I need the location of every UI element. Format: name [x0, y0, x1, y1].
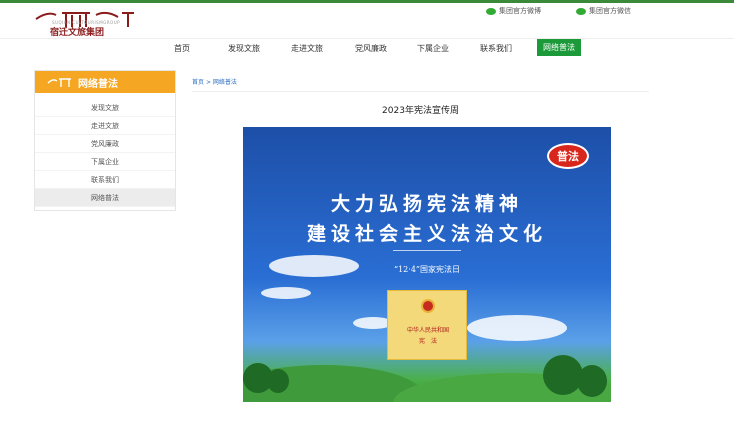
sidebar-item-integrity[interactable]: 党风廉政 — [35, 135, 175, 153]
wechat-link[interactable]: 集团官方微信 — [576, 6, 631, 16]
breadcrumb: 首页 > 网络普法 — [192, 77, 237, 86]
poster-divider — [393, 250, 461, 251]
book-subtitle: 宪 法 — [418, 338, 437, 345]
nav-item-integrity[interactable]: 党风廉政 — [355, 43, 387, 54]
sidebar-item-contact[interactable]: 联系我们 — [35, 171, 175, 189]
sidebar-logo-icon — [47, 78, 71, 87]
sidebar-header: 网络普法 — [35, 71, 175, 93]
wechat-label: 集团官方微信 — [589, 7, 631, 15]
nav-item-home[interactable]: 首页 — [174, 43, 190, 54]
poster-badge: 普法 — [547, 143, 589, 169]
cloud — [261, 287, 311, 299]
poster-headline-1: 大力弘扬宪法精神 — [330, 193, 523, 215]
weibo-label: 集团官方微博 — [499, 7, 541, 15]
article-poster-image: 普法 大力弘扬宪法精神 建设社会主义法治文化 “12·4”国家宪法日 中华人民共… — [243, 127, 611, 402]
constitution-book: 中华人民共和国 宪 法 — [387, 290, 467, 360]
nav-item-discover[interactable]: 发现文旅 — [228, 43, 260, 54]
logo-name: 宿迁文旅集团 — [50, 28, 105, 38]
nav-item-subsidiaries[interactable]: 下属企业 — [417, 43, 449, 54]
breadcrumb-home[interactable]: 首页 — [192, 79, 204, 86]
sidebar-item-law[interactable]: 网络普法 — [35, 189, 175, 207]
divider — [192, 91, 649, 92]
breadcrumb-separator: > — [205, 79, 211, 86]
nav-item-contact[interactable]: 联系我们 — [480, 43, 512, 54]
breadcrumb-current[interactable]: 网络普法 — [213, 79, 237, 86]
nav-item-enter[interactable]: 走进文旅 — [291, 43, 323, 54]
tree — [267, 369, 289, 393]
weibo-icon — [486, 7, 496, 15]
top-accent-line — [0, 0, 734, 3]
tree — [577, 365, 607, 397]
national-emblem-icon — [421, 299, 435, 313]
sidebar-item-discover[interactable]: 发现文旅 — [35, 99, 175, 117]
poster-headline-2: 建设社会主义法治文化 — [306, 223, 547, 245]
sidebar-title: 网络普法 — [78, 78, 118, 90]
wechat-icon — [576, 7, 586, 15]
book-title: 中华人民共和国 — [406, 327, 449, 334]
cloud — [467, 315, 567, 341]
sidebar-item-enter[interactable]: 走进文旅 — [35, 117, 175, 135]
nav-item-law[interactable]: 网络普法 — [537, 39, 581, 56]
sidebar: 网络普法 发现文旅 走进文旅 党风廉政 下属企业 联系我们 网络普法 — [34, 70, 176, 211]
weibo-link[interactable]: 集团官方微博 — [486, 6, 541, 16]
cloud — [269, 255, 359, 277]
article-title: 2023年宪法宣传周 — [382, 106, 459, 116]
main-nav: 首页 发现文旅 走进文旅 党风廉政 下属企业 联系我们 网络普法 — [0, 38, 734, 58]
sidebar-item-subsidiaries[interactable]: 下属企业 — [35, 153, 175, 171]
